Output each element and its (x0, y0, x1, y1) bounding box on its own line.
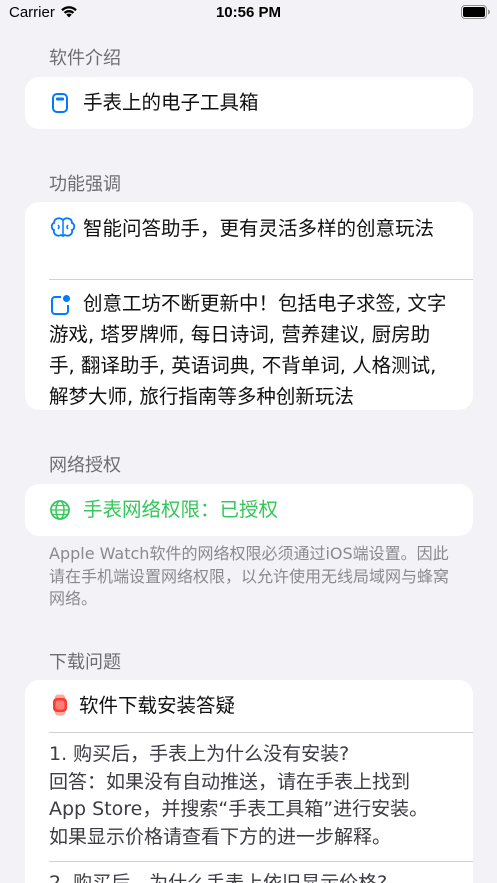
network-status: 手表网络权限：已授权 (83, 498, 279, 521)
card-download: 软件下载安装答疑 1. 购买后，手表上为什么没有安装? 回答：如果没有自动推送，… (25, 680, 473, 883)
network-row[interactable]: 手表网络权限：已授权 (25, 484, 473, 536)
network-note: Apple Watch软件的网络权限必须通过iOS端设置。因此请在手机端设置网络… (49, 544, 450, 608)
features-row-1[interactable]: 智能问答助手，更有灵活多样的创意玩法 (25, 202, 473, 279)
download-title: 软件下载安装答疑 (79, 694, 236, 717)
faq-1-answer-line-3: 如果显示价格请查看下方的进一步解释。 (49, 825, 392, 848)
section-header-intro: 软件介绍 (49, 48, 121, 69)
features-item-2-label: 创意工坊不断更新中！包括电子求签, 文字游戏, 塔罗牌师, 每日诗词, 营养建议… (49, 292, 447, 408)
download-title-row[interactable]: 软件下载安装答疑 (25, 680, 473, 732)
features-row-2[interactable]: 创意工坊不断更新中！包括电子求签, 文字游戏, 塔罗牌师, 每日诗词, 营养建议… (25, 280, 473, 410)
clock: 10:56 PM (215, 4, 282, 21)
section-header-features: 功能强调 (49, 174, 121, 195)
faq-item-2: 2. 购买后，为什么手表上依旧显示价格? (25, 862, 473, 883)
faq-1-answer-line-2: App Store，并搜索“手表工具箱”进行安装。 (49, 798, 429, 820)
faq-1-question: 1. 购买后，手表上为什么没有安装? (49, 743, 350, 765)
card-network: 手表网络权限：已授权 (25, 484, 473, 536)
globe-icon (50, 500, 70, 520)
intro-label: 手表上的电子工具箱 (83, 91, 259, 114)
faq-1-answer-line-1: 回答：如果没有自动推送，请在手表上找到 (49, 770, 411, 793)
section-header-download: 下载问题 (49, 652, 121, 673)
faq-2-question: 2. 购买后，为什么手表上依旧显示价格? (49, 872, 388, 883)
features-item-1-label: 智能问答助手，更有灵活多样的创意玩法 (83, 217, 435, 240)
battery-icon (461, 5, 490, 19)
section-header-network: 网络授权 (49, 455, 121, 476)
intro-row[interactable]: 手表上的电子工具箱 (25, 77, 473, 129)
card-features: 智能问答助手，更有灵活多样的创意玩法 创意工坊不断更新中！包括电子求签, 文字游… (25, 202, 473, 410)
faq-item-1: 1. 购买后，手表上为什么没有安装? 回答：如果没有自动推送，请在手表上找到 A… (25, 733, 473, 861)
watch-face-icon (52, 93, 68, 113)
card-intro: 手表上的电子工具箱 (25, 77, 473, 129)
apple-watch-icon (53, 694, 67, 716)
status-bar: Carrier 10:56 PM (0, 0, 497, 26)
